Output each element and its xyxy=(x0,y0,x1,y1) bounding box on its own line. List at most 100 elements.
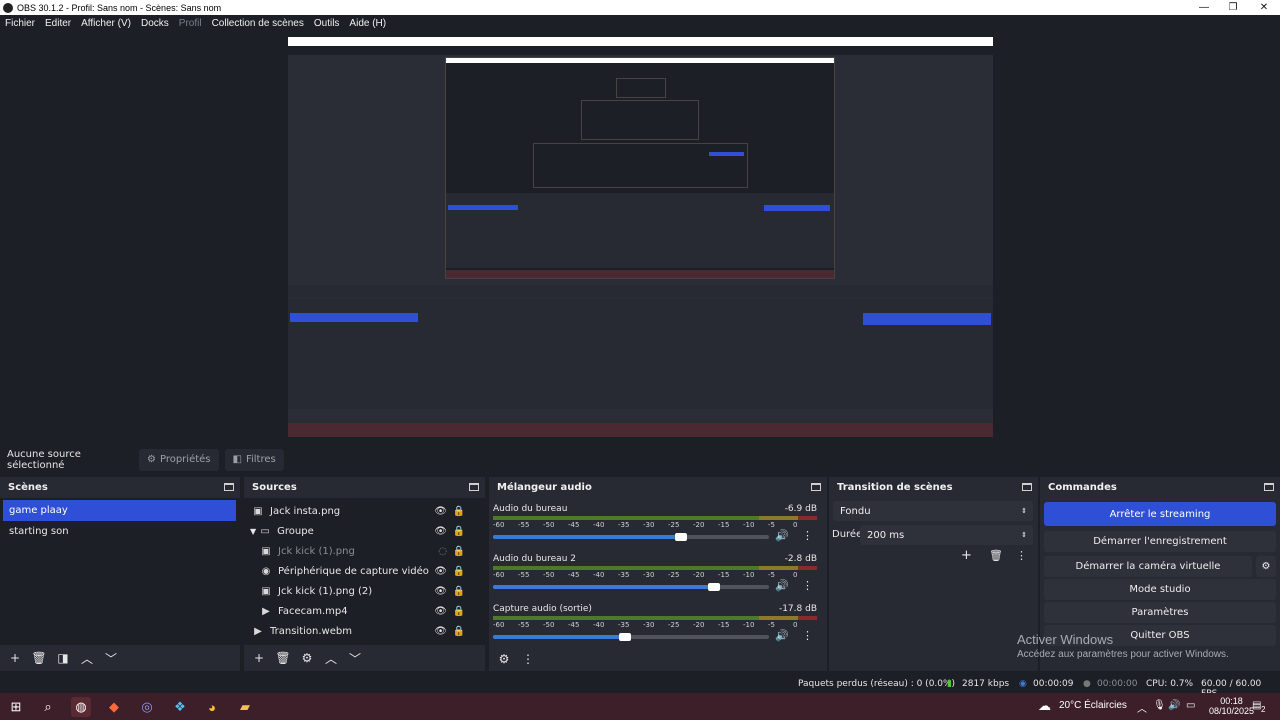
lock-icon[interactable]: 🔒 xyxy=(453,546,465,557)
meter-tick-label: -60 xyxy=(493,621,505,629)
chrome-icon[interactable]: ◕ xyxy=(202,697,222,717)
undock-icon[interactable] xyxy=(1264,483,1274,491)
move-up-icon[interactable]: ︿ xyxy=(320,648,342,668)
stop-streaming-button[interactable]: Arrêter le streaming xyxy=(1044,502,1276,526)
settings-button[interactable]: Paramètres xyxy=(1044,602,1276,623)
undock-icon[interactable] xyxy=(224,483,234,491)
move-down-icon[interactable]: ﹀ xyxy=(344,648,366,668)
windows-start-icon[interactable]: ⊞ xyxy=(6,697,26,717)
virtual-camera-settings-icon[interactable]: ⚙ xyxy=(1256,556,1276,577)
source-toolbar: Aucune source sélectionné ⚙ Propriétés ◧… xyxy=(0,447,1280,472)
scene-item[interactable]: starting son xyxy=(3,521,240,542)
scene-filters-icon[interactable]: ◨ xyxy=(52,648,74,668)
source-row[interactable]: ▼ ▭ Groupe 👁 🔒 xyxy=(244,521,485,541)
window-titlebar: OBS 30.1.2 - Profil: Sans nom - Scènes: … xyxy=(0,0,1280,15)
program-preview[interactable] xyxy=(288,37,993,437)
copilot-icon[interactable]: ❖ xyxy=(170,697,190,717)
lock-icon[interactable]: 🔒 xyxy=(453,506,465,517)
lock-icon[interactable]: 🔒 xyxy=(453,566,465,577)
start-virtual-camera-button[interactable]: Démarrer la caméra virtuelle xyxy=(1044,556,1252,577)
eye-icon[interactable]: 👁 xyxy=(434,526,447,537)
studio-mode-button[interactable]: Mode studio xyxy=(1044,579,1276,600)
weather-icon: ☁ xyxy=(1038,698,1051,713)
source-row[interactable]: ▶ Facecam.mp4 👁 🔒 xyxy=(244,601,485,621)
source-row[interactable]: ▣ Jck kick (1).png ◌ 🔒 xyxy=(244,541,485,561)
speaker-icon[interactable]: 🔊 xyxy=(775,529,789,542)
lock-icon[interactable]: 🔒 xyxy=(453,606,465,617)
lock-icon[interactable]: 🔒 xyxy=(453,526,465,537)
speaker-icon[interactable]: 🔊 xyxy=(775,579,789,592)
menu-fichier[interactable]: Fichier xyxy=(0,18,40,29)
mixer-menu-icon[interactable]: ⋮ xyxy=(517,649,539,669)
eye-hidden-icon[interactable]: ◌ xyxy=(438,546,447,557)
scene-item[interactable]: game plaay xyxy=(3,500,236,521)
close-button[interactable]: ✕ xyxy=(1248,0,1280,15)
trash-icon[interactable]: 🗑 xyxy=(989,549,1003,562)
search-icon[interactable]: ⌕ xyxy=(38,697,58,717)
lock-icon[interactable]: 🔒 xyxy=(453,626,465,637)
weather-text[interactable]: 20°C Éclaircies xyxy=(1059,700,1127,711)
speaker-icon[interactable]: 🔊 xyxy=(1168,700,1180,711)
menu-collection-scenes[interactable]: Collection de scènes xyxy=(207,18,309,29)
speaker-icon[interactable]: 🔊 xyxy=(775,629,789,642)
eye-icon[interactable]: 👁 xyxy=(434,506,447,517)
eye-icon[interactable]: 👁 xyxy=(434,586,447,597)
move-up-icon[interactable]: ︿ xyxy=(76,648,98,668)
duration-spinbox[interactable]: 200 ms ⇕ xyxy=(860,525,1033,545)
start-recording-button[interactable]: Démarrer l'enregistrement xyxy=(1044,531,1276,552)
add-source-button[interactable]: + xyxy=(248,648,270,668)
menu-editer[interactable]: Editer xyxy=(40,18,76,29)
properties-button[interactable]: ⚙ Propriétés xyxy=(139,448,219,471)
source-label: Transition.webm xyxy=(270,625,352,637)
undock-icon[interactable] xyxy=(811,483,821,491)
menu-profil[interactable]: Profil xyxy=(174,18,207,29)
eye-icon[interactable]: 👁 xyxy=(434,566,447,577)
add-scene-button[interactable]: + xyxy=(4,648,26,668)
menu-docks[interactable]: Docks xyxy=(136,18,174,29)
lock-icon[interactable]: 🔒 xyxy=(453,586,465,597)
undock-icon[interactable] xyxy=(469,483,479,491)
source-row[interactable]: ▶ Transition.webm 👁 🔒 xyxy=(244,621,485,641)
obs-logo-icon xyxy=(3,2,13,13)
eye-icon[interactable]: 👁 xyxy=(434,626,447,637)
obs-taskbar-icon[interactable]: ◍ xyxy=(71,697,91,717)
channel-menu-icon[interactable]: ⋮ xyxy=(802,629,813,642)
menu-aide[interactable]: Aide (H) xyxy=(344,18,391,29)
discord-icon[interactable]: ◎ xyxy=(137,697,157,717)
source-row[interactable]: ◉ Périphérique de capture vidéo 👁 🔒 xyxy=(244,561,485,581)
advanced-audio-icon[interactable]: ⚙ xyxy=(493,649,515,669)
volume-slider[interactable] xyxy=(493,583,769,591)
menu-outils[interactable]: Outils xyxy=(309,18,345,29)
clock[interactable]: 00:18 08/10/2025 xyxy=(1209,696,1254,716)
undock-icon[interactable] xyxy=(1022,483,1032,491)
slider-handle[interactable] xyxy=(619,633,632,641)
add-transition-button[interactable]: + xyxy=(961,548,972,563)
filters-button[interactable]: ◧ Filtres xyxy=(224,448,284,471)
volume-slider[interactable] xyxy=(493,533,769,541)
maximize-button[interactable]: ❐ xyxy=(1217,0,1249,15)
transition-select[interactable]: Fondu ⇕ xyxy=(833,501,1033,521)
move-down-icon[interactable]: ﹀ xyxy=(100,648,122,668)
channel-menu-icon[interactable]: ⋮ xyxy=(802,579,813,592)
meter-tick-label: -5 xyxy=(768,621,775,629)
minimize-button[interactable]: — xyxy=(1188,0,1220,15)
slider-handle[interactable] xyxy=(707,583,720,591)
chevron-down-icon[interactable]: ▼ xyxy=(250,527,256,536)
microphone-icon[interactable]: 🎙 xyxy=(1153,700,1166,711)
gear-icon[interactable]: ⚙ xyxy=(296,648,318,668)
source-row[interactable]: ▣ Jck kick (1).png (2) 👁 🔒 xyxy=(244,581,485,601)
file-explorer-icon[interactable]: ▰ xyxy=(235,697,255,717)
preview-nested-titlebar xyxy=(288,37,993,46)
tray-chevron-icon[interactable]: ︿ xyxy=(1137,700,1147,715)
eye-icon[interactable]: 👁 xyxy=(434,606,447,617)
brave-icon[interactable]: ◆ xyxy=(104,697,124,717)
slider-handle[interactable] xyxy=(674,533,687,541)
channel-menu-icon[interactable]: ⋮ xyxy=(802,529,813,542)
menu-afficher[interactable]: Afficher (V) xyxy=(76,18,136,29)
volume-slider[interactable] xyxy=(493,633,769,641)
source-row[interactable]: ▣ Jack insta.png 👁 🔒 xyxy=(244,501,485,521)
battery-icon[interactable]: ▭ xyxy=(1186,700,1195,711)
transition-menu-icon[interactable]: ⋮ xyxy=(1016,549,1027,562)
trash-icon[interactable]: 🗑 xyxy=(272,648,294,668)
trash-icon[interactable]: 🗑 xyxy=(28,648,50,668)
